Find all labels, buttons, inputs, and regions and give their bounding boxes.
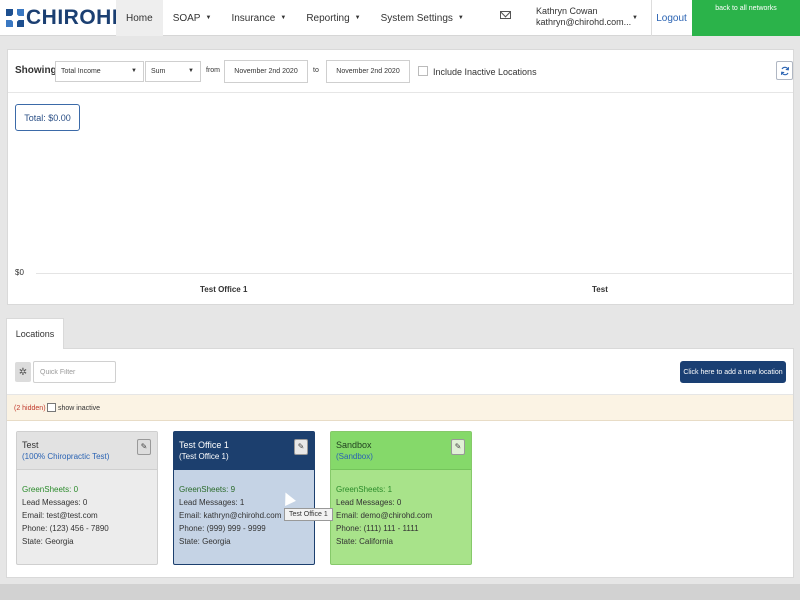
metric-select[interactable]: Total Income ▼ [55,61,144,82]
nav-system-settings-label: System Settings [380,12,453,24]
card-body: GreenSheets: 1 Lead Messages: 0 Email: d… [331,470,471,566]
logo-mark-icon [6,9,24,27]
back-to-networks-button[interactable]: back to all networks [692,0,800,36]
hidden-count: (2 hidden) [14,405,46,412]
card-subtitle: (Test Office 1) [179,452,229,461]
greensheets-count: GreenSheets: 1 [336,485,393,494]
location-card-sandbox[interactable]: Sandbox (Sandbox) ✎ GreenSheets: 1 Lead … [330,431,472,565]
chirohd-logo[interactable]: CHIROHD [6,6,128,30]
gear-icon[interactable]: ✲ [15,362,31,382]
card-state: State: Georgia [179,537,231,546]
card-phone: Phone: (111) 111 - 1111 [336,524,419,533]
edit-icon[interactable]: ✎ [137,439,151,455]
card-title: Test [22,440,39,450]
nav-insurance-label: Insurance [231,12,276,24]
location-card-test[interactable]: Test (100% Chiropractic Test) ✎ GreenShe… [16,431,158,565]
include-inactive-label: Include Inactive Locations [433,67,537,77]
chart-baseline [36,273,792,274]
y-axis-tick: $0 [15,268,24,277]
caret-down-icon: ▼ [280,15,287,21]
card-email: Email: test@test.com [22,511,98,520]
logout-link[interactable]: Logout [651,0,691,36]
user-menu[interactable]: Kathryn Cowan kathryn@chirohd.com... ▼ [536,6,648,28]
quick-filter-input[interactable] [33,361,116,383]
aggregate-select-value: Sum [151,68,166,75]
lead-messages-count: Lead Messages: 0 [22,498,88,507]
card-phone: Phone: (999) 999 - 9999 [179,524,266,533]
nav-insurance[interactable]: Insurance ▼ [221,0,296,36]
showing-label: Showing [15,65,57,76]
refresh-icon [780,66,789,75]
caret-down-icon: ▼ [457,15,464,21]
metric-select-value: Total Income [61,68,101,75]
hidden-locations-bar: (2 hidden) show inactive [7,395,793,421]
caret-down-icon: ▼ [131,68,137,74]
locations-toolbar: ✲ Click here to add a new location [7,349,793,395]
x-axis-tick: Test [592,285,608,294]
add-location-button[interactable]: Click here to add a new location [680,361,786,383]
logo-text: CHIROHD [26,6,128,29]
nav-system-settings[interactable]: System Settings ▼ [371,0,474,36]
card-subtitle: (100% Chiropractic Test) [22,452,110,461]
caret-down-icon: ▼ [188,68,194,74]
card-phone: Phone: (123) 456 - 7890 [22,524,109,533]
show-inactive-checkbox[interactable] [47,403,56,412]
to-date-input[interactable]: November 2nd 2020 [326,60,410,83]
edit-icon[interactable]: ✎ [451,439,465,455]
total-button[interactable]: Total: $0.00 [15,104,80,131]
refresh-button[interactable] [776,61,793,80]
caret-down-icon: ▼ [205,15,212,21]
show-inactive-label: show inactive [58,405,101,412]
card-state: State: Georgia [22,537,74,546]
to-label: to [313,67,319,74]
tab-locations[interactable]: Locations [6,318,64,349]
card-title: Test Office 1 [179,440,229,450]
nav-home-label: Home [126,12,153,24]
report-filter-row: Showing Total Income ▼ Sum ▼ from Novemb… [8,50,793,93]
include-inactive-checkbox[interactable] [418,66,428,76]
mail-icon[interactable] [500,11,511,19]
from-date-input[interactable]: November 2nd 2020 [224,60,308,83]
caret-down-icon: ▼ [632,15,638,21]
nav-reporting-label: Reporting [306,12,350,24]
nav-soap-label: SOAP [172,12,201,24]
aggregate-select[interactable]: Sum ▼ [145,61,201,82]
card-body: GreenSheets: 0 Lead Messages: 0 Email: t… [17,470,157,566]
lead-messages-count: Lead Messages: 0 [336,498,402,507]
page-bottom-strip [0,584,800,600]
main-nav: Home SOAP ▼ Insurance ▼ Reporting ▼ System … [116,0,474,36]
card-header: Sandbox (Sandbox) ✎ [331,432,471,470]
card-email: Email: demo@chirohd.com [336,511,433,520]
income-report-panel: Showing Total Income ▼ Sum ▼ from Novemb… [7,49,794,305]
edit-icon[interactable]: ✎ [294,439,308,455]
caret-down-icon: ▼ [354,15,361,21]
card-title: Sandbox [336,440,372,450]
top-nav-bar: CHIROHD Home SOAP ▼ Insurance ▼ Reporting ▼… [0,0,800,36]
from-label: from [206,67,220,74]
card-header: Test (100% Chiropractic Test) ✎ [17,432,157,470]
card-subtitle: (Sandbox) [336,452,373,461]
nav-reporting[interactable]: Reporting ▼ [296,0,370,36]
card-header: Test Office 1 (Test Office 1) ✎ [174,432,314,470]
nav-soap[interactable]: SOAP ▼ [163,0,222,36]
card-state: State: California [336,537,393,546]
x-axis-tick: Test Office 1 [200,285,248,294]
nav-home[interactable]: Home [116,0,163,36]
greensheets-count: GreenSheets: 0 [22,485,79,494]
locations-panel: ✲ Click here to add a new location (2 hi… [6,348,794,578]
card-tooltip: Test Office 1 [284,508,333,521]
